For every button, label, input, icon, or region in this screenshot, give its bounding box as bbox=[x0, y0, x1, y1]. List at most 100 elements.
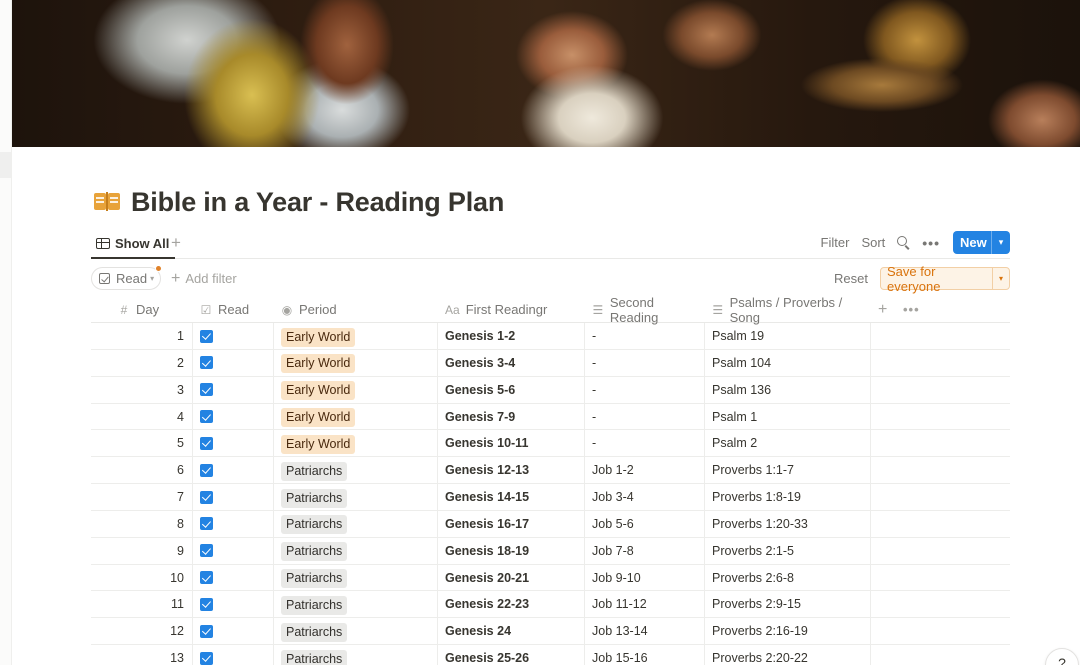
column-header-read[interactable]: ☑ Read bbox=[193, 296, 274, 323]
table-row[interactable]: 9 Patriarchs Genesis 18-19 Job 7-8 Proverbs … bbox=[91, 537, 1010, 565]
read-checkbox[interactable] bbox=[200, 651, 213, 665]
day-cell[interactable]: 9 bbox=[91, 537, 193, 564]
read-checkbox[interactable] bbox=[200, 544, 213, 558]
second-reading-cell[interactable]: Job 5-6 bbox=[585, 510, 705, 537]
table-row[interactable]: 2 Early World Genesis 3-4 - Psalm 104 bbox=[91, 349, 1010, 377]
read-checkbox[interactable] bbox=[200, 463, 213, 477]
read-cell[interactable] bbox=[193, 537, 274, 564]
table-row[interactable]: 5 Early World Genesis 10-11 - Psalm 2 bbox=[91, 430, 1010, 458]
day-cell[interactable]: 12 bbox=[91, 618, 193, 645]
day-cell[interactable]: 8 bbox=[91, 510, 193, 537]
read-checkbox[interactable] bbox=[200, 329, 213, 343]
first-reading-cell[interactable]: Genesis 7-9 bbox=[438, 403, 585, 430]
day-cell[interactable]: 11 bbox=[91, 591, 193, 618]
read-cell[interactable] bbox=[193, 376, 274, 403]
psalms-cell[interactable]: Psalm 104 bbox=[705, 349, 871, 376]
second-reading-cell[interactable]: - bbox=[585, 349, 705, 376]
read-cell[interactable] bbox=[193, 618, 274, 645]
read-cell[interactable] bbox=[193, 457, 274, 484]
psalms-cell[interactable]: Psalm 1 bbox=[705, 403, 871, 430]
table-row[interactable]: 12 Patriarchs Genesis 24 Job 13-14 Proverbs … bbox=[91, 618, 1010, 646]
psalms-cell[interactable]: Proverbs 2:6-8 bbox=[705, 564, 871, 591]
open-book-icon[interactable] bbox=[94, 191, 120, 213]
first-reading-cell[interactable]: Genesis 20-21 bbox=[438, 564, 585, 591]
table-row[interactable]: 3 Early World Genesis 5-6 - Psalm 136 bbox=[91, 376, 1010, 404]
psalms-cell[interactable]: Proverbs 2:9-15 bbox=[705, 591, 871, 618]
first-reading-cell[interactable]: Genesis 12-13 bbox=[438, 457, 585, 484]
second-reading-cell[interactable]: Job 15-16 bbox=[585, 645, 705, 665]
table-row[interactable]: 7 Patriarchs Genesis 14-15 Job 3-4 Proverbs … bbox=[91, 484, 1010, 511]
first-reading-cell[interactable]: Genesis 1-2 bbox=[438, 323, 585, 349]
column-header-second-reading[interactable]: ☰ Second Reading bbox=[585, 295, 705, 325]
second-reading-cell[interactable]: - bbox=[585, 430, 705, 457]
read-checkbox[interactable] bbox=[200, 597, 213, 611]
read-cell[interactable] bbox=[193, 484, 274, 511]
period-cell[interactable]: Patriarchs bbox=[274, 645, 438, 665]
day-cell[interactable]: 2 bbox=[91, 349, 193, 376]
read-checkbox[interactable] bbox=[200, 383, 213, 397]
second-reading-cell[interactable]: - bbox=[585, 376, 705, 403]
day-cell[interactable]: 3 bbox=[91, 376, 193, 403]
read-cell[interactable] bbox=[193, 510, 274, 537]
filter-button[interactable]: Filter bbox=[821, 235, 850, 250]
psalms-cell[interactable]: Proverbs 2:16-19 bbox=[705, 618, 871, 645]
day-cell[interactable]: 10 bbox=[91, 564, 193, 591]
column-header-psalms[interactable]: ☰ Psalms / Proverbs / Song bbox=[705, 295, 871, 325]
read-checkbox[interactable] bbox=[200, 624, 213, 638]
second-reading-cell[interactable]: - bbox=[585, 323, 705, 349]
period-cell[interactable]: Patriarchs bbox=[274, 484, 438, 511]
period-cell[interactable]: Patriarchs bbox=[274, 618, 438, 645]
period-cell[interactable]: Patriarchs bbox=[274, 591, 438, 618]
first-reading-cell[interactable]: Genesis 14-15 bbox=[438, 484, 585, 511]
day-cell[interactable]: 13 bbox=[91, 645, 193, 665]
add-view-button[interactable]: + bbox=[171, 232, 181, 254]
psalms-cell[interactable]: Proverbs 2:1-5 bbox=[705, 537, 871, 564]
psalms-cell[interactable]: Proverbs 1:20-33 bbox=[705, 510, 871, 537]
read-cell[interactable] bbox=[193, 323, 274, 349]
psalms-cell[interactable]: Proverbs 1:8-19 bbox=[705, 484, 871, 511]
psalms-cell[interactable]: Psalm 2 bbox=[705, 430, 871, 457]
read-checkbox[interactable] bbox=[200, 490, 213, 504]
first-reading-cell[interactable]: Genesis 24 bbox=[438, 618, 585, 645]
first-reading-cell[interactable]: Genesis 3-4 bbox=[438, 349, 585, 376]
read-cell[interactable] bbox=[193, 349, 274, 376]
period-cell[interactable]: Patriarchs bbox=[274, 457, 438, 484]
read-cell[interactable] bbox=[193, 403, 274, 430]
column-header-period[interactable]: ◉ Period bbox=[274, 296, 438, 323]
sidebar-handle[interactable] bbox=[0, 152, 11, 178]
column-header-first-reading[interactable]: Aa First Readingr bbox=[438, 296, 585, 323]
add-filter-button[interactable]: + Add filter bbox=[171, 267, 237, 290]
period-cell[interactable]: Patriarchs bbox=[274, 510, 438, 537]
period-cell[interactable]: Early World bbox=[274, 376, 438, 403]
psalms-cell[interactable]: Proverbs 1:1-7 bbox=[705, 457, 871, 484]
first-reading-cell[interactable]: Genesis 22-23 bbox=[438, 591, 585, 618]
period-cell[interactable]: Early World bbox=[274, 349, 438, 376]
psalms-cell[interactable]: Psalm 19 bbox=[705, 323, 871, 349]
read-checkbox[interactable] bbox=[200, 410, 213, 424]
first-reading-cell[interactable]: Genesis 25-26 bbox=[438, 645, 585, 665]
second-reading-cell[interactable]: Job 7-8 bbox=[585, 537, 705, 564]
add-column-button[interactable]: + bbox=[878, 296, 887, 323]
table-row[interactable]: 1 Early World Genesis 1-2 - Psalm 19 bbox=[91, 323, 1010, 350]
second-reading-cell[interactable]: Job 11-12 bbox=[585, 591, 705, 618]
help-button[interactable]: ? bbox=[1045, 648, 1079, 665]
period-cell[interactable]: Early World bbox=[274, 323, 438, 349]
read-checkbox[interactable] bbox=[200, 571, 213, 585]
read-cell[interactable] bbox=[193, 564, 274, 591]
day-cell[interactable]: 5 bbox=[91, 430, 193, 457]
tab-show-all[interactable]: Show All bbox=[91, 230, 176, 259]
psalms-cell[interactable]: Psalm 136 bbox=[705, 376, 871, 403]
chevron-down-icon[interactable]: ▾ bbox=[992, 237, 1010, 248]
read-cell[interactable] bbox=[193, 430, 274, 457]
read-checkbox[interactable] bbox=[200, 517, 213, 531]
first-reading-cell[interactable]: Genesis 10-11 bbox=[438, 430, 585, 457]
second-reading-cell[interactable]: Job 1-2 bbox=[585, 457, 705, 484]
sort-button[interactable]: Sort bbox=[861, 235, 885, 250]
table-row[interactable]: 8 Patriarchs Genesis 16-17 Job 5-6 Proverbs … bbox=[91, 510, 1010, 538]
table-row[interactable]: 11 Patriarchs Genesis 22-23 Job 11-12 Prover… bbox=[91, 591, 1010, 619]
psalms-cell[interactable]: Proverbs 2:20-22 bbox=[705, 645, 871, 665]
day-cell[interactable]: 4 bbox=[91, 403, 193, 430]
period-cell[interactable]: Patriarchs bbox=[274, 564, 438, 591]
save-for-everyone-button[interactable]: Save for everyone ▾ bbox=[880, 264, 1010, 294]
chevron-down-icon[interactable]: ▾ bbox=[993, 274, 1009, 283]
